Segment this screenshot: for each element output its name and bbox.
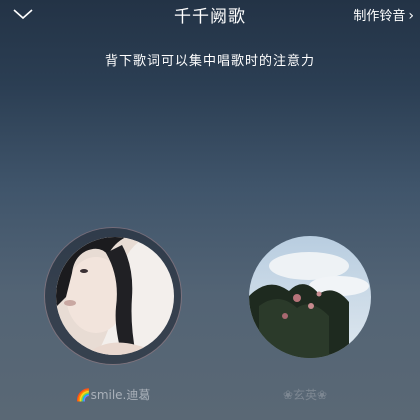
avatar [56, 237, 174, 355]
lyrics-tip: 背下歌词可以集中唱歌时的注意力 [104, 54, 315, 69]
avatar [249, 236, 371, 358]
singer-name: 🌈smile.迪葛 [75, 388, 151, 402]
singer-card-2[interactable]: ❀玄英❀ [230, 228, 380, 408]
make-ringtone-label: 制作铃音 [353, 9, 406, 24]
singer-name: ❀玄英❀ [282, 388, 328, 402]
chevron-right-icon: › [408, 8, 414, 24]
header: 千千阙歌 制作铃音 › [0, 0, 420, 30]
singer-card-1[interactable]: 🌈smile.迪葛 [38, 228, 188, 408]
make-ringtone-button[interactable]: 制作铃音 › [353, 5, 414, 24]
